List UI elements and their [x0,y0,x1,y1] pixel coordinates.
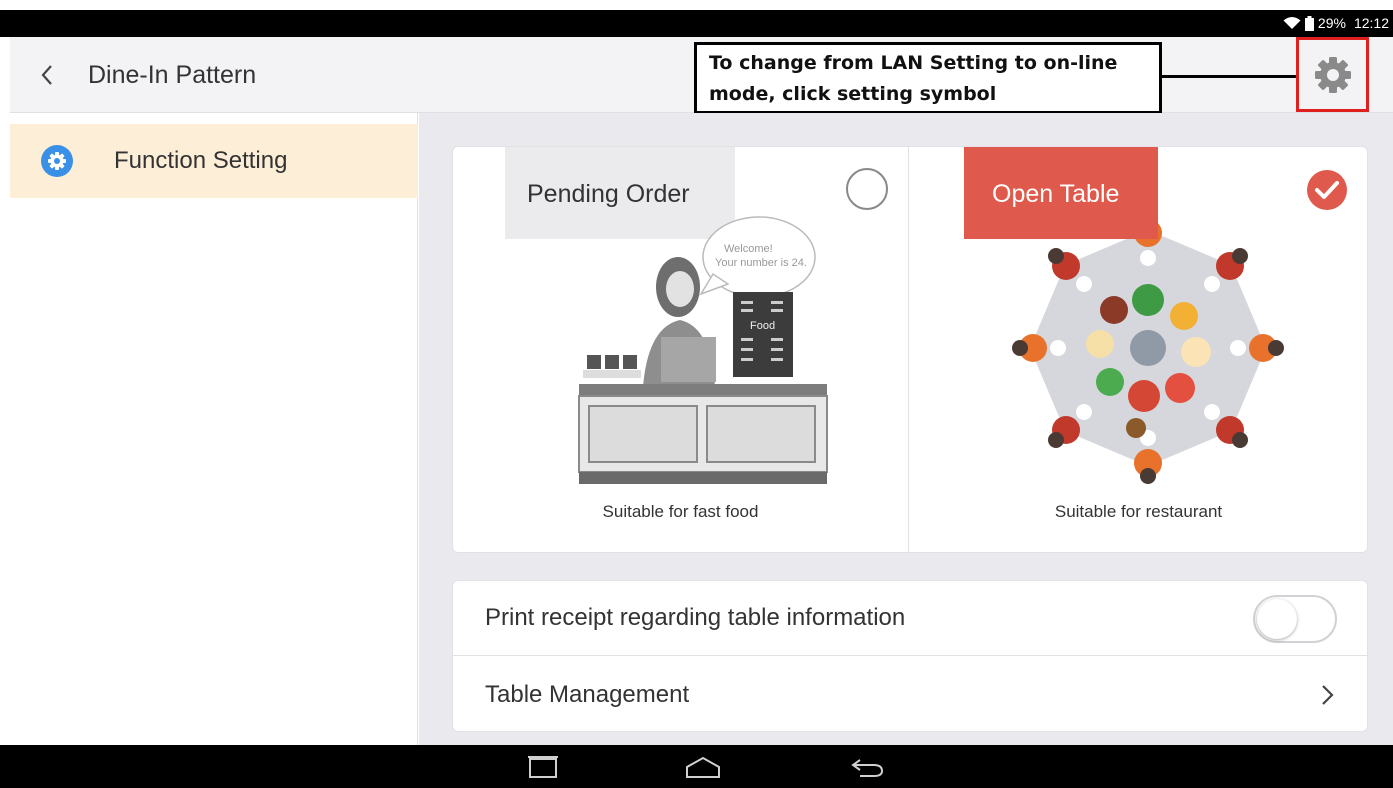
status-icons: 29% 12:12 [1283,15,1389,31]
toggle-knob [1257,599,1297,639]
recent-apps-icon[interactable] [525,753,561,781]
setting-row-print-receipt: Print receipt regarding table informatio… [453,581,1367,656]
gear-icon [41,145,73,177]
speech-bubble-line-2: Your number is 24. [715,257,807,269]
battery-percent: 29% [1317,15,1346,31]
annotation-line-1: To change from LAN Setting to on-line [709,52,1118,74]
clock: 12:12 [1353,15,1389,31]
system-nav-bar [0,745,1393,788]
home-icon[interactable] [683,753,723,781]
back-arrow-icon[interactable] [36,63,60,87]
back-icon[interactable] [848,753,888,781]
settings-list: Print receipt regarding table informatio… [452,580,1368,732]
annotation-callout: To change from LAN Setting to on-line mo… [694,42,1162,114]
pattern-label: Open Table [992,180,1120,208]
speech-bubble-line-1: Welcome! [724,243,773,255]
gear-icon [1314,56,1351,93]
setting-label: Print receipt regarding table informatio… [485,604,906,631]
setting-row-table-management[interactable]: Table Management [453,657,1367,731]
check-circle-icon[interactable] [1306,169,1348,211]
setting-label: Table Management [485,680,690,708]
chevron-right-icon [1322,685,1334,705]
battery-icon [1304,15,1314,31]
pattern-card-pending-order[interactable]: Pending Order Welcome! Your number is 24… [453,147,909,552]
annotation-connector [1162,75,1298,78]
print-receipt-toggle[interactable] [1253,595,1337,643]
pattern-label: Pending Order [527,180,690,208]
pattern-card-open-table[interactable]: Open Table Suitable for restaurant [910,147,1367,552]
sidebar: Function Setting [10,113,418,745]
annotation-line-2: mode, click setting symbol [709,83,997,105]
pattern-radio-unselected[interactable] [846,168,888,210]
restaurant-table-illustration [1012,212,1284,484]
page-title: Dine-In Pattern [88,61,257,89]
sidebar-item-function-setting[interactable]: Function Setting [10,124,418,198]
fast-food-counter-illustration: Welcome! Your number is 24. Food [578,216,828,484]
menu-board-label: Food [750,320,775,332]
dine-in-pattern-cards: Pending Order Welcome! Your number is 24… [452,146,1368,553]
wifi-icon [1283,17,1301,29]
pattern-tag: Open Table [964,147,1158,239]
sidebar-item-label: Function Setting [114,147,288,174]
settings-button[interactable] [1296,37,1369,112]
pattern-caption: Suitable for fast food [602,502,759,521]
pattern-caption: Suitable for restaurant [1054,502,1223,521]
main-content: Pending Order Welcome! Your number is 24… [419,113,1393,745]
status-bar: 29% 12:12 [0,10,1393,37]
